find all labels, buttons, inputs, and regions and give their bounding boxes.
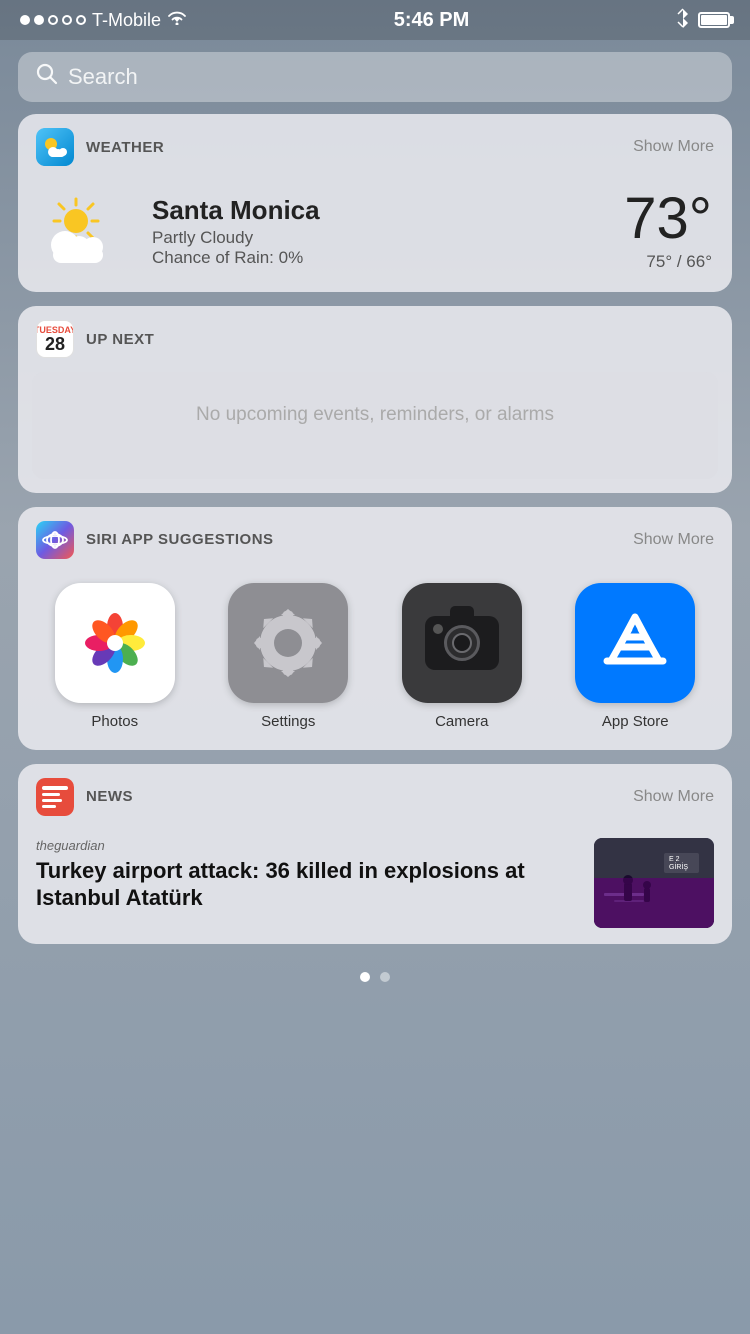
photos-label: Photos [91,713,138,730]
search-bar[interactable]: Search [18,52,732,102]
siri-header: SIRI APP SUGGESTIONS Show More [18,507,732,573]
wifi-icon [167,10,187,30]
news-app-icon[interactable] [36,778,74,816]
news-source: theguardian [36,838,580,853]
bluetooth-icon [676,8,690,33]
weather-header: WEATHER Show More [18,114,732,180]
weather-illustration [38,191,138,271]
up-next-empty-text: No upcoming events, reminders, or alarms [52,402,698,429]
rain-chance: Chance of Rain: 0% [152,248,320,268]
cal-day-num: 28 [45,335,65,353]
weather-info: Santa Monica Partly Cloudy Chance of Rai… [152,195,320,268]
search-placeholder: Search [68,64,138,90]
time-display: 5:46 PM [394,9,470,32]
dot-2 [34,15,44,25]
dot-5 [76,15,86,25]
appstore-label: App Store [602,713,669,730]
page-dots [0,958,750,992]
app-item-photos[interactable]: Photos [32,583,198,730]
news-header: NEWS Show More [18,764,732,830]
app-item-settings[interactable]: Settings [206,583,372,730]
camera-label: Camera [435,713,488,730]
photos-icon [55,583,175,703]
app-item-camera[interactable]: Camera [379,583,545,730]
status-bar: T-Mobile 5:46 PM [0,0,750,40]
temp-current: 73° [624,190,712,248]
settings-icon [228,583,348,703]
siri-title: SIRI APP SUGGESTIONS [86,531,621,548]
news-widget: NEWS Show More theguardian Turkey airpor… [18,764,732,944]
news-article[interactable]: theguardian Turkey airport attack: 36 ki… [18,830,732,944]
siri-suggestions-widget: SIRI APP SUGGESTIONS Show More [18,507,732,750]
signal-dots [20,15,86,25]
carrier-label: T-Mobile [92,10,161,31]
city-name: Santa Monica [152,195,320,226]
weather-condition: Partly Cloudy [152,228,320,248]
page-dot-2[interactable] [380,972,390,982]
dot-1 [20,15,30,25]
news-text-area: theguardian Turkey airport attack: 36 ki… [36,838,580,912]
news-thumbnail: E 2 GİRİŞ [594,838,714,928]
up-next-widget: Tuesday 28 UP NEXT No upcoming events, r… [18,306,732,493]
app-item-appstore[interactable]: App Store [553,583,719,730]
status-right [676,8,730,33]
temp-range: 75° / 66° [624,252,712,272]
svg-text:GİRİŞ: GİRİŞ [669,862,688,871]
camera-icon [402,583,522,703]
weather-app-icon[interactable] [36,128,74,166]
dot-4 [62,15,72,25]
up-next-header: Tuesday 28 UP NEXT [18,306,732,372]
calendar-icon[interactable]: Tuesday 28 [36,320,74,358]
battery-icon [698,12,730,28]
news-show-more[interactable]: Show More [633,788,714,806]
dot-3 [48,15,58,25]
weather-title: WEATHER [86,139,621,156]
status-left: T-Mobile [20,10,187,31]
page-dot-1[interactable] [360,972,370,982]
news-headline: Turkey airport attack: 36 killed in expl… [36,857,580,912]
weather-temp: 73° 75° / 66° [624,190,712,272]
search-icon [36,63,58,91]
weather-body: Santa Monica Partly Cloudy Chance of Rai… [18,180,732,292]
appstore-icon [575,583,695,703]
weather-left: Santa Monica Partly Cloudy Chance of Rai… [38,191,320,271]
app-suggestions-grid: Photos [18,573,732,750]
weather-widget: WEATHER Show More [18,114,732,292]
siri-show-more[interactable]: Show More [633,531,714,549]
up-next-title: UP NEXT [86,331,714,348]
up-next-empty-area: No upcoming events, reminders, or alarms [32,372,718,479]
news-title: NEWS [86,788,621,805]
settings-label: Settings [261,713,315,730]
svg-text:E 2: E 2 [669,856,680,863]
weather-show-more[interactable]: Show More [633,138,714,156]
siri-icon[interactable] [36,521,74,559]
